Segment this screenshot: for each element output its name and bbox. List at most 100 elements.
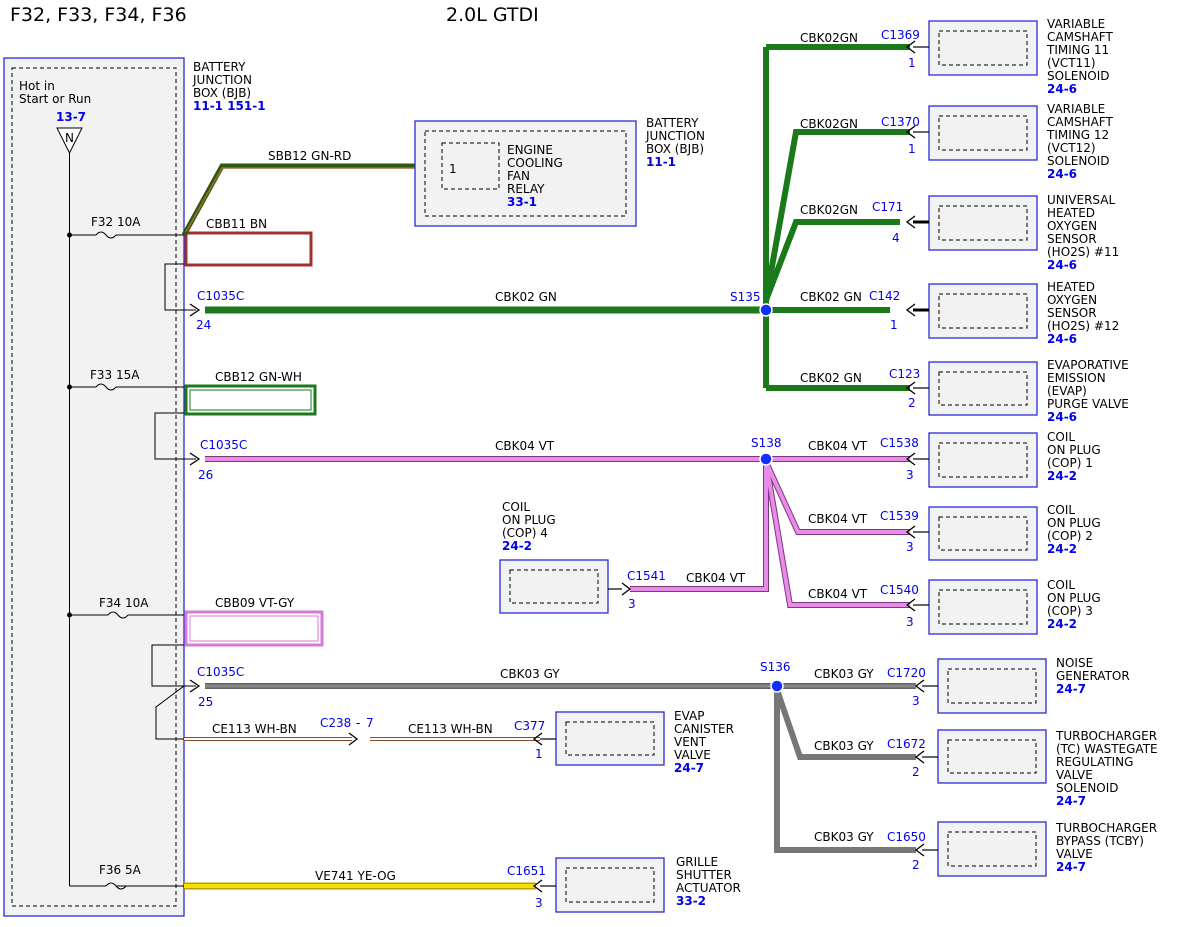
component-name-line: EVAP [674,709,704,723]
component-name-line: TURBOCHARGER [1055,729,1157,743]
splice-s135[interactable] [759,303,773,317]
component-name-line: (COP) 4 [502,526,548,540]
component-c1541[interactable]: C1541 3 CBK04 VT COILON PLUG(COP) 424-2 [499,500,746,614]
component-c1369[interactable]: C1369 1 CBK02GN VARIABLECAMSHAFTTIMING 11(V… [800,17,1113,96]
connector-pin: 3 [906,615,914,629]
component-c1370[interactable]: C1370 1 CBK02GN VARIABLECAMSHAFTTIMING 12(V… [800,102,1113,181]
trunk-cbk03[interactable] [205,683,916,853]
component-name-line: COIL [1047,430,1075,444]
component-name-line: (VCT12) [1047,141,1096,155]
component-name-line: TURBOCHARGER [1055,821,1157,835]
component-name-line: CAMSHAFT [1047,30,1113,44]
component-name-line: COIL [502,500,530,514]
component-c171[interactable]: C171 4 CBK02GN UNIVERSALHEATEDOXYGENSENSOR(… [800,193,1119,272]
node-n-label: N [65,131,74,145]
fuses-title: F32, F33, F34, F36 [10,4,187,26]
connector-label[interactable]: C1541 [627,569,666,583]
trunk-cbk04-label: CBK04 VT [495,439,555,453]
connector-label[interactable]: C377 [514,719,545,733]
wiring-diagram: F32, F33, F34, F36 2.0L GTDI BATTERY JUN… [3,4,1158,917]
component-ref[interactable]: 24-7 [1056,682,1086,696]
connector-pin: 1 [908,56,916,70]
connector-label[interactable]: C1370 [881,115,920,129]
connector-label[interactable]: C1651 [507,864,546,878]
circuit-cbb12-label: CBB12 GN-WH [215,370,302,384]
connector-pin: 1 [890,318,898,332]
inline-c238-connector[interactable]: C238 [320,716,351,730]
component-name-line: (VCT11) [1047,56,1096,70]
component-name-line: EVAPORATIVE [1047,358,1129,372]
component-name-line: (TC) WASTEGATE [1056,742,1158,756]
connector-label[interactable]: C1650 [887,830,926,844]
component-ref[interactable]: 24-2 [502,539,532,553]
component-box [928,506,1038,561]
connector-label[interactable]: C1540 [880,583,919,597]
component-ref[interactable]: 24-6 [1047,258,1077,272]
relay-ref[interactable]: 33-1 [507,195,537,209]
bjb-box [3,57,185,917]
component-ref[interactable]: 24-2 [1047,469,1077,483]
component-name-line: OXYGEN [1047,293,1097,307]
component-name-line: COIL [1047,503,1075,517]
component-name-line: CAMSHAFT [1047,115,1113,129]
component-name-line: ON PLUG [1047,516,1101,530]
bjb-refs[interactable]: 11-1 151-1 [193,99,266,113]
component-box [928,283,1038,339]
connector-label[interactable]: C123 [889,367,920,381]
component-name-line: OXYGEN [1047,219,1097,233]
connector-label[interactable]: C1672 [887,737,926,751]
component-name-line: (COP) 3 [1047,604,1093,618]
connector-pin: 3 [906,468,914,482]
engine-title: 2.0L GTDI [446,4,539,26]
component-name-line: ON PLUG [1047,443,1101,457]
component-c377[interactable]: C377 1 CE113 WH-BN EVAPCANISTERVENTVALVE24-… [408,709,734,775]
component-name-line: BYPASS (TCBY) [1056,834,1144,848]
component-name-line: (HO2S) #12 [1047,319,1119,333]
component-name-line: COIL [1047,578,1075,592]
relay-bjb-ref[interactable]: 11-1 [646,155,676,169]
component-ref[interactable]: 24-7 [1056,860,1086,874]
splice-s136[interactable] [770,679,784,693]
component-ref[interactable]: 24-2 [1047,617,1077,631]
component-box [937,658,1047,714]
wire-label: CBK04 VT [808,439,868,453]
trunk-cbk02-connector[interactable]: C1035C [197,289,244,303]
connector-label[interactable]: C171 [872,200,903,214]
component-name-line: CANISTER [674,722,734,736]
component-box [928,20,1038,76]
component-box [937,729,1047,784]
component-c1672[interactable]: C1672 2 CBK03 GY TURBOCHARGER(TC) WASTEGATE… [814,729,1158,808]
circuit-cbb09-label: CBB09 VT-GY [215,596,295,610]
connector-label[interactable]: C1538 [880,436,919,450]
wire-sbb12-label: SBB12 GN-RD [268,149,351,163]
connector-label[interactable]: C1369 [881,28,920,42]
component-ref[interactable]: 33-2 [676,894,706,908]
component-name-line: UNIVERSAL [1047,193,1115,207]
power-ref[interactable]: 13-7 [56,110,86,124]
relay-pin: 1 [449,162,457,176]
wire-label: CBK03 GY [814,667,874,681]
component-ref[interactable]: 24-2 [1047,542,1077,556]
trunk-cbk03-connector[interactable]: C1035C [197,665,244,679]
trunk-cbk04-connector[interactable]: C1035C [200,438,247,452]
connector-label[interactable]: C1720 [887,666,926,680]
component-box [928,361,1038,416]
splice-s138[interactable] [759,452,773,466]
component-ref[interactable]: 24-6 [1047,82,1077,96]
wire-label: CBK02GN [800,117,858,131]
component-ref[interactable]: 24-7 [1056,794,1086,808]
relay-bjb-line-1: BATTERY [646,116,699,130]
connector-label[interactable]: C142 [869,289,900,303]
component-name-line: TIMING 11 [1046,43,1109,57]
component-name-line: VALVE [1056,847,1093,861]
connector-label[interactable]: C1539 [880,509,919,523]
component-ref[interactable]: 24-6 [1047,332,1077,346]
wire-label: CBK04 VT [686,571,746,585]
wire-label: CBK02GN [800,203,858,217]
component-ref[interactable]: 24-7 [674,761,704,775]
inline-c238-pin: 7 [366,716,374,730]
component-c1651[interactable]: C1651 3 GRILLESHUTTERACTUATOR33-2 [507,855,741,913]
component-ref[interactable]: 24-6 [1047,167,1077,181]
wire-label: CBK02 GN [800,290,862,304]
component-ref[interactable]: 24-6 [1047,410,1077,424]
